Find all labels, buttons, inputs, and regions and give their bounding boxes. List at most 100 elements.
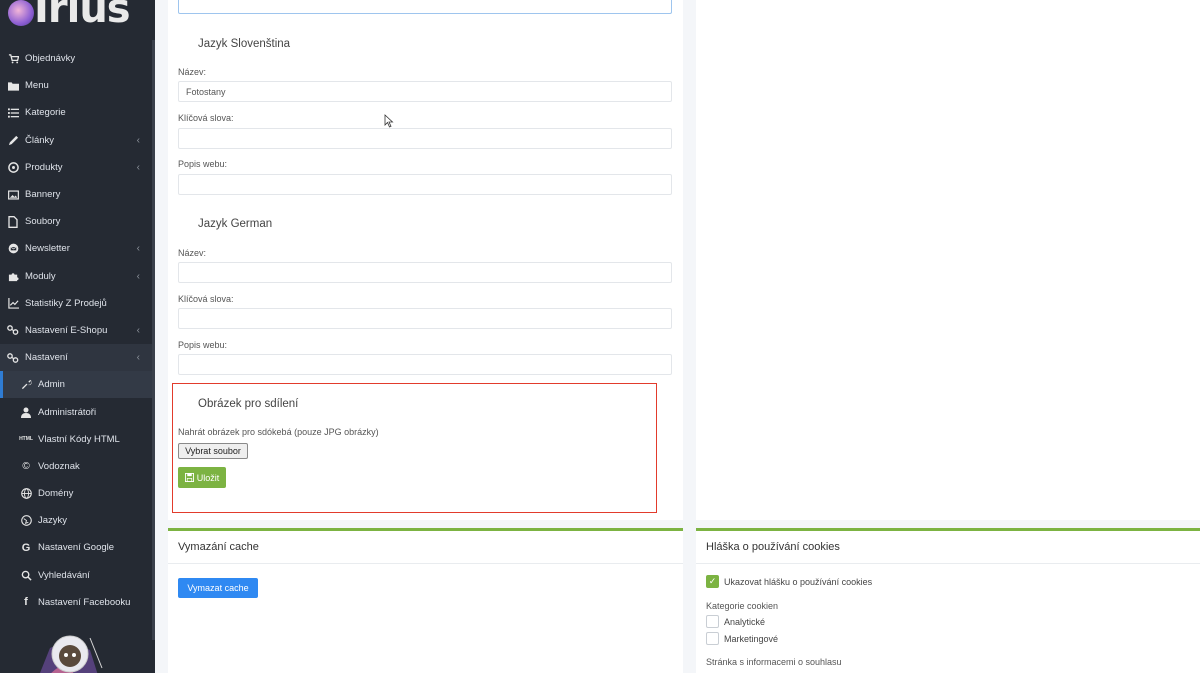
sidebar-item-label: Jazyky (38, 515, 68, 527)
cookie-category-analytics-checkbox[interactable] (706, 615, 719, 628)
pencil-icon (7, 134, 19, 146)
show-cookie-notice-checkbox[interactable]: ✓ (706, 575, 719, 588)
logo-text: Irius (34, 0, 131, 32)
sidebar-item-label: Produkty (25, 161, 63, 173)
sidebar-item-nastaveni-eshopu[interactable]: Nastavení E-Shopu ‹ (0, 317, 152, 344)
cookie-category-analytics-row[interactable]: Analytické (706, 615, 765, 628)
sidebar-item-nastaveni-google[interactable]: G Nastavení Google (0, 534, 152, 561)
gear-icon (7, 161, 19, 173)
search-icon (20, 569, 32, 581)
sidebar-item-label: Menu (25, 80, 49, 92)
cart-icon (7, 53, 19, 65)
chevron-left-icon: ‹ (136, 161, 140, 173)
chevron-left-icon: ‹ (136, 243, 140, 255)
sidebar-item-statistiky[interactable]: Statistiky Z Prodejů (0, 290, 152, 317)
user-icon (20, 406, 32, 418)
keywords-input-slovak[interactable] (178, 128, 672, 149)
description-input-slovak[interactable] (178, 174, 672, 195)
logo-ball-icon (8, 0, 34, 26)
sidebar-item-label: Statistiky Z Prodejů (25, 297, 107, 309)
sidebar-item-label: Moduly (25, 270, 56, 282)
sidebar-item-nastaveni-facebooku[interactable]: f Nastavení Facebooku (0, 589, 152, 616)
description-label-slovak: Popis webu: (178, 159, 228, 169)
section-heading-slovak: Jazyk Slovenština (198, 38, 291, 50)
show-cookie-notice-row[interactable]: ✓ Ukazovat hlášku o používání cookies (706, 575, 872, 588)
facebook-icon: f (24, 596, 28, 609)
name-input-slovak[interactable]: Fotostany (178, 81, 672, 102)
clear-cache-button[interactable]: Vymazat cache (178, 578, 258, 598)
cookies-card-top-border (696, 528, 1200, 531)
section-heading-share-image: Obrázek pro sdílení (198, 398, 299, 410)
sidebar-submenu-nastaveni: Admin Administrátoři HTML Vlastní Kódy H… (0, 371, 152, 616)
google-icon: G (21, 541, 31, 554)
sidebar-item-soubory[interactable]: Soubory (0, 208, 152, 235)
cookie-category-marketing-label: Marketingové (724, 633, 779, 644)
settings-icon (7, 324, 19, 336)
upload-label: Nahrát obrázek pro sdókebá (pouze JPG ob… (178, 427, 379, 437)
floppy-disk-icon (184, 473, 194, 482)
sidebar-item-label: Domény (38, 488, 74, 500)
chevron-left-icon: ‹ (136, 324, 140, 336)
sidebar-item-kategorie[interactable]: Kategorie (0, 99, 152, 126)
sidebar-item-label: Nastavení Google (38, 542, 115, 554)
sidebar-item-label: Admin (38, 379, 65, 391)
cookie-category-marketing-checkbox[interactable] (706, 632, 719, 645)
sidebar-item-produkty[interactable]: Produkty ‹ (0, 154, 152, 181)
sidebar-item-administratori[interactable]: Administrátoři (0, 398, 152, 425)
copyright-icon: © (22, 460, 30, 472)
sidebar-item-bannery[interactable]: Bannery (0, 181, 152, 208)
folder-icon (7, 80, 19, 92)
sidebar-item-label: Nastavení E-Shopu (25, 324, 108, 336)
sidebar-item-label: Vyhledávání (38, 569, 90, 581)
sidebar-item-vyhledavani[interactable]: Vyhledávání (0, 562, 152, 589)
sidebar-item-vodoznak[interactable]: © Vodoznak (0, 453, 152, 480)
consent-page-label: Stránka s informacemi o souhlasu (706, 657, 842, 667)
irius-logo[interactable]: Irius ® (4, 0, 131, 38)
choose-file-button[interactable]: Vybrat soubor (178, 443, 248, 459)
sidebar: Irius ® Objednávky Menu Kategorie Č (0, 0, 155, 673)
chevron-left-icon: ‹ (136, 134, 140, 146)
cache-card-divider (168, 563, 683, 564)
sidebar-item-vlastni-kody[interactable]: HTML Vlastní Kódy HTML (0, 426, 152, 453)
sidebar-item-label: Administrátoři (38, 406, 97, 418)
cookie-category-marketing-row[interactable]: Marketingové (706, 632, 778, 645)
settings-icon (7, 352, 19, 364)
description-input-german[interactable] (178, 354, 672, 375)
keywords-input-german[interactable] (178, 308, 672, 329)
section-heading-german: Jazyk German (198, 218, 273, 230)
sidebar-item-moduly[interactable]: Moduly ‹ (0, 263, 152, 290)
cookies-card-divider (696, 563, 1200, 564)
sidebar-item-menu[interactable]: Menu (0, 72, 152, 99)
sidebar-item-domeny[interactable]: Domény (0, 480, 152, 507)
sidebar-item-nastaveni[interactable]: Nastavení ‹ (0, 344, 152, 372)
sidebar-item-label: Vodoznak (38, 460, 80, 472)
description-field-previous[interactable] (178, 0, 672, 14)
html-icon: HTML (19, 436, 33, 443)
keywords-label-german: Klíčová slova: (178, 294, 234, 304)
sidebar-item-label: Články (25, 134, 55, 146)
keywords-label-slovak: Klíčová slova: (178, 113, 234, 123)
sidebar-item-label: Objednávky (25, 53, 76, 65)
name-label-slovak: Název: (178, 67, 207, 77)
chevron-left-icon: ‹ (136, 270, 140, 282)
name-input-german[interactable] (178, 262, 672, 283)
sidebar-item-label: Bannery (25, 189, 61, 201)
sidebar-scrollbar[interactable] (152, 40, 155, 640)
sidebar-item-label: Nastavení (25, 352, 68, 364)
save-button[interactable]: Uložit (178, 467, 226, 488)
sidebar-item-clanky[interactable]: Články ‹ (0, 127, 152, 154)
file-icon (7, 215, 19, 228)
description-label-german: Popis webu: (178, 340, 228, 350)
sidebar-item-objednavky[interactable]: Objednávky (0, 45, 152, 72)
sidebar-item-label: Kategorie (25, 107, 66, 119)
sidebar-item-newsletter[interactable]: Newsletter ‹ (0, 235, 152, 262)
cache-card-title: Vymazání cache (178, 541, 259, 553)
sidebar-item-admin[interactable]: Admin (0, 371, 152, 399)
mascot-illustration (40, 635, 103, 673)
right-panel (696, 0, 1200, 520)
sidebar-item-jazyky[interactable]: Jazyky (0, 507, 152, 534)
cache-card-top-border (168, 528, 683, 531)
cookies-card-title: Hláška o používání cookies (706, 541, 840, 553)
sidebar-item-label: Soubory (25, 216, 61, 228)
mail-icon (7, 243, 19, 255)
